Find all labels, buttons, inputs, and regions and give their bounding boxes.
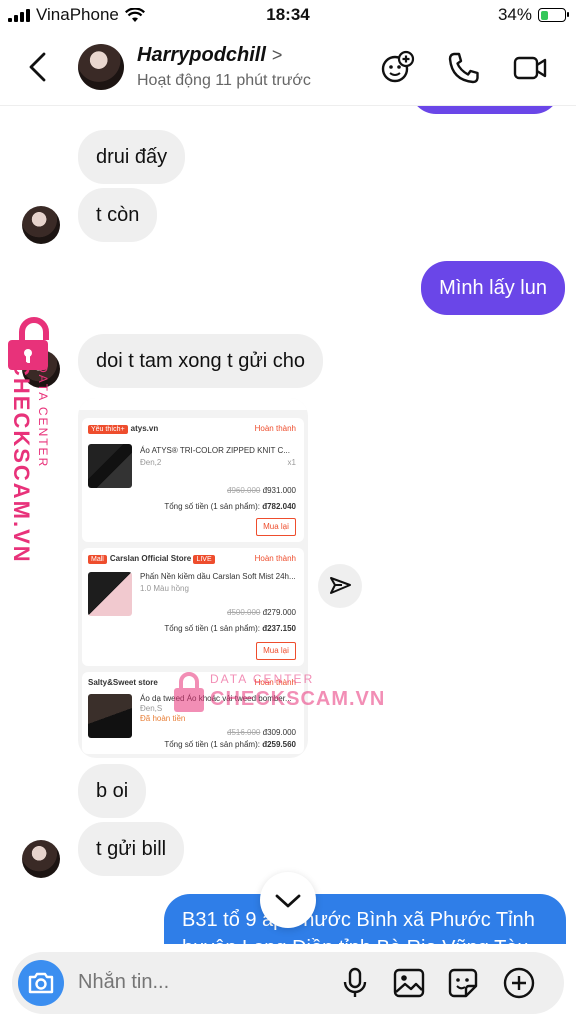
watermark-subtext: DATA CENTER <box>36 364 50 469</box>
watermark-text: CHECKSCAM.VN <box>9 360 34 564</box>
message-list[interactable]: drui đấy t còn Mình lấy lun doi t tam xo… <box>0 106 576 944</box>
message-bubble[interactable]: t gửi bill <box>78 822 185 876</box>
product-variant: Đen,S <box>140 704 163 713</box>
back-chevron-icon[interactable] <box>24 50 54 84</box>
product-thumbnail <box>88 694 132 738</box>
avatar[interactable] <box>78 44 124 90</box>
order-status: Hoàn thành <box>254 424 296 433</box>
buy-again-button: Mua lại <box>256 642 296 660</box>
total-amount: đ237.150 <box>262 624 296 633</box>
message-input[interactable] <box>78 971 328 994</box>
chevron-right-icon: > <box>271 45 283 65</box>
price: đ279.000 <box>262 608 296 617</box>
phone-icon[interactable] <box>446 50 482 86</box>
tab-strip <box>78 398 308 410</box>
activity-status: Hoạt động 11 phút trước <box>137 72 311 89</box>
scroll-down-button[interactable] <box>260 872 316 928</box>
product-variant: Đen,2 <box>140 458 162 467</box>
lock-watermark-icon <box>174 672 204 712</box>
total-label: Tổng số tiền (1 sản phẩm): <box>164 502 260 511</box>
message-bubble[interactable]: b oi <box>78 764 147 818</box>
old-price: đ960.000 <box>227 486 261 495</box>
microphone-icon[interactable] <box>338 966 372 1000</box>
chat-header: Harrypodchill > Hoạt động 11 phút trước <box>0 30 576 106</box>
watermark-subtext: DATA CENTER <box>210 672 315 686</box>
gallery-icon[interactable] <box>392 966 426 1000</box>
old-price: đ500.000 <box>227 608 261 617</box>
message-composer <box>12 952 564 1014</box>
product-thumbnail <box>88 572 132 616</box>
old-price: đ516.000 <box>227 728 261 737</box>
shop-name: Carslan Official Store <box>109 554 192 563</box>
product-qty: x1 <box>287 458 296 467</box>
add-friend-icon[interactable] <box>380 50 416 86</box>
product-name: Áo ATYS® TRI-COLOR ZIPPED KNIT C... <box>140 446 290 455</box>
message-bubble[interactable]: B31 tổ 9 ấp Phước Bình xã Phước Tỉnh huy… <box>164 894 566 944</box>
clock: 18:34 <box>266 5 310 24</box>
battery-percent: 34% <box>497 5 532 24</box>
camera-icon <box>28 972 54 994</box>
product-variant: 1.0 Màu hồng <box>140 584 189 593</box>
center-watermark: DATA CENTER CHECKSCAM.VN <box>172 670 384 718</box>
contact-name-link[interactable]: Harrypodchill > <box>137 44 282 67</box>
video-icon[interactable] <box>512 50 548 86</box>
message-bubble[interactable]: Mình lấy lun <box>421 261 565 315</box>
price: đ931.000 <box>262 486 296 495</box>
sticker-icon[interactable] <box>446 966 480 1000</box>
message-bubble[interactable]: doi t tam xong t gửi cho <box>78 334 324 388</box>
share-button[interactable] <box>318 564 362 608</box>
total-amount: đ782.040 <box>262 502 296 511</box>
total-label: Tổng số tiền (1 sản phẩm): <box>164 624 260 633</box>
message-bubble[interactable]: drui đấy <box>78 130 186 184</box>
previous-message-tail <box>410 106 560 114</box>
battery-icon <box>538 8 569 22</box>
contact-name: Harrypodchill <box>137 44 266 66</box>
product-name: Phấn Nền kiềm dầu Carslan Soft Mist 24h.… <box>140 572 296 581</box>
send-icon <box>330 577 351 594</box>
total-amount: đ259.560 <box>262 740 296 749</box>
order-status: Hoàn thành <box>254 554 296 563</box>
product-thumbnail <box>88 444 132 488</box>
shop-tag: Mall <box>88 555 107 564</box>
avatar[interactable] <box>22 840 60 878</box>
battery-fill <box>540 10 549 20</box>
shop-name: atys.vn <box>130 424 159 433</box>
avatar[interactable] <box>22 206 60 244</box>
shop-name: Salty&Sweet store <box>88 678 158 687</box>
battery-group: 34% <box>497 5 569 25</box>
add-icon[interactable] <box>502 966 536 1000</box>
buy-again-button: Mua lại <box>256 518 296 536</box>
message-bubble[interactable]: t còn <box>78 188 158 242</box>
chevron-down-icon <box>275 894 301 908</box>
camera-button[interactable] <box>18 960 64 1006</box>
status-bar: VinaPhone 18:34 34% <box>0 0 576 30</box>
live-badge: LIVE <box>193 555 215 564</box>
order-card: Mall Carslan Official Store LIVE Hoàn thà… <box>82 548 304 666</box>
total-label: Tổng số tiền (1 sản phẩm): <box>164 740 260 749</box>
order-card: Yêu thích+ atys.vn Hoàn thành Áo ATYS® TR… <box>82 418 304 542</box>
watermark-text: CHECKSCAM.VN <box>210 688 386 710</box>
shop-tag: Yêu thích+ <box>88 425 128 434</box>
price: đ309.000 <box>262 728 296 737</box>
